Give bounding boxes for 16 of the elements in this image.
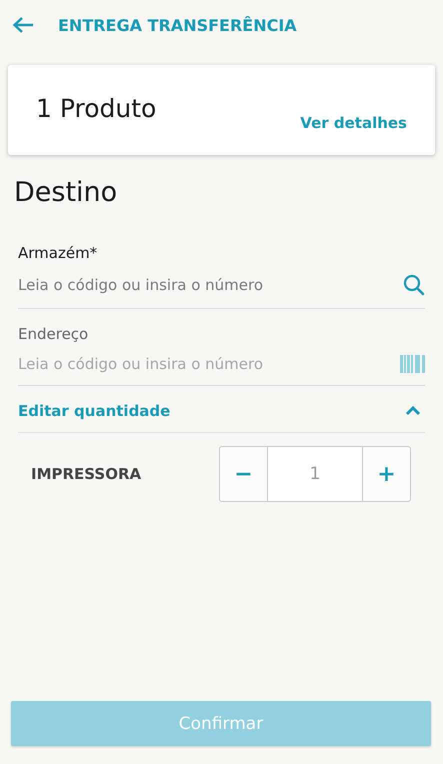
section-title: Destino <box>14 177 118 208</box>
details-link[interactable]: Ver detalhes <box>300 114 407 132</box>
product-count: 1 Produto <box>36 94 156 123</box>
search-icon[interactable] <box>403 274 425 296</box>
input-field[interactable]: Leia o código ou insira o número <box>18 276 403 294</box>
back-button[interactable] <box>12 16 34 34</box>
accordion-header[interactable]: Editar quantidade <box>18 402 425 433</box>
field-label: Armazém* <box>18 244 98 262</box>
page-title: ENTREGA TRANSFERÊNCIA <box>58 16 297 34</box>
increment-button[interactable]: + <box>362 446 411 502</box>
accordion-title: Editar quantidade <box>18 402 170 420</box>
decrement-button[interactable]: − <box>219 446 268 502</box>
quantity-field[interactable]: 1 <box>268 446 362 502</box>
item-name: IMPRESSORA <box>31 465 142 483</box>
field-label: Endereço <box>18 325 90 343</box>
barcode-icon[interactable] <box>400 355 425 373</box>
